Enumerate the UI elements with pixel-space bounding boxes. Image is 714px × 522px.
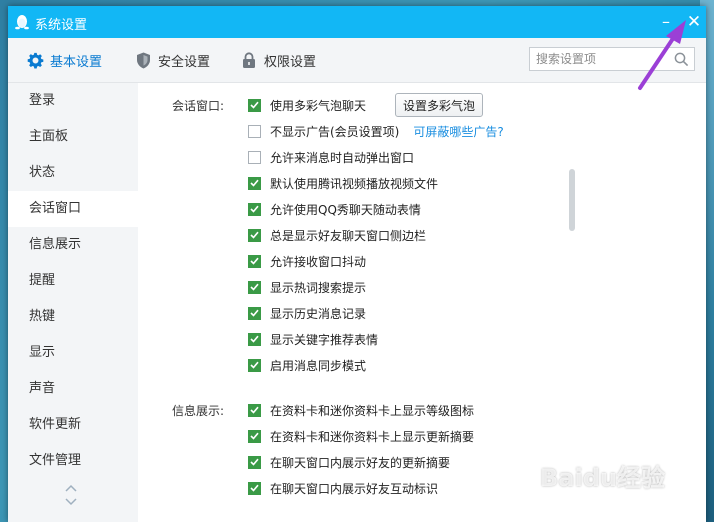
- sidebar-item-chat-window[interactable]: 会话窗口: [8, 191, 138, 227]
- blockable-ads-link[interactable]: 可屏蔽哪些广告?: [413, 123, 503, 140]
- sidebar-item-file-management[interactable]: 文件管理: [8, 443, 138, 479]
- option-label: 在资料卡和迷你资料卡上显示等级图标: [270, 403, 475, 418]
- option-history[interactable]: 显示历史消息记录: [248, 305, 366, 321]
- check-icon: [250, 231, 259, 239]
- title-bar: 系统设置 – ✕: [8, 6, 706, 38]
- checkbox-checked[interactable]: [248, 481, 261, 495]
- check-icon: [250, 335, 259, 343]
- sidebar-item-login[interactable]: 登录: [8, 83, 138, 119]
- option-label: 允许使用QQ秀聊天随动表情: [270, 202, 421, 217]
- tab-security-label: 安全设置: [158, 54, 211, 70]
- option-tencent-video[interactable]: 默认使用腾讯视频播放视频文件: [248, 175, 438, 191]
- tab-permission-settings[interactable]: 权限设置: [240, 50, 316, 70]
- checkbox-checked[interactable]: [248, 455, 261, 469]
- check-icon: [250, 205, 259, 213]
- option-label: 使用多彩气泡聊天: [270, 98, 367, 113]
- option-message-sync[interactable]: 启用消息同步模式: [248, 357, 366, 373]
- option-label: 显示热词搜索提示: [270, 280, 367, 295]
- sidebar-item-status[interactable]: 状态: [8, 155, 138, 191]
- checkbox-checked[interactable]: [248, 358, 261, 372]
- settings-window: 系统设置 – ✕ 基本设置 安全设置 权限设置 登录 主面: [8, 6, 706, 522]
- sidebar-scroll-arrows: [64, 481, 78, 509]
- chevron-up-icon[interactable]: [65, 484, 77, 492]
- check-icon: [250, 458, 259, 466]
- sidebar-item-hotkey[interactable]: 热键: [8, 299, 138, 335]
- checkbox-unchecked[interactable]: [248, 150, 261, 164]
- option-level-icon[interactable]: 在资料卡和迷你资料卡上显示等级图标: [248, 402, 474, 418]
- sidebar-item-software-update[interactable]: 软件更新: [8, 407, 138, 443]
- check-icon: [250, 432, 259, 440]
- tab-basic-label: 基本设置: [50, 54, 103, 70]
- lock-icon: [240, 51, 258, 69]
- checkbox-checked[interactable]: [248, 176, 261, 190]
- checkbox-checked[interactable]: [248, 280, 261, 294]
- gear-icon: [26, 51, 44, 69]
- checkbox-checked[interactable]: [248, 332, 261, 346]
- check-icon: [250, 484, 259, 492]
- sidebar-item-display[interactable]: 显示: [8, 335, 138, 371]
- tab-basic-settings[interactable]: 基本设置: [26, 50, 102, 70]
- option-colorful-bubble[interactable]: 使用多彩气泡聊天: [248, 97, 366, 113]
- option-interaction-badges[interactable]: 在聊天窗口内展示好友互动标识: [248, 480, 438, 496]
- option-label: 在聊天窗口内展示好友的更新摘要: [270, 455, 451, 470]
- watermark-logo: Baidu经验: [540, 464, 665, 492]
- scrollbar-thumb[interactable]: [569, 169, 575, 231]
- set-colorful-bubble-button[interactable]: 设置多彩气泡: [395, 93, 483, 117]
- option-label: 显示关键字推荐表情: [270, 332, 379, 347]
- check-icon: [250, 101, 259, 109]
- option-label: 允许接收窗口抖动: [270, 254, 367, 269]
- check-icon: [250, 406, 259, 414]
- option-qq-show-emotes[interactable]: 允许使用QQ秀聊天随动表情: [248, 201, 421, 217]
- sidebar-item-reminder[interactable]: 提醒: [8, 263, 138, 299]
- sidebar-item-main-panel[interactable]: 主面板: [8, 119, 138, 155]
- section-label-chat-window: 会话窗口:: [172, 99, 225, 113]
- option-keyword-emoji[interactable]: 显示关键字推荐表情: [248, 331, 378, 347]
- check-icon: [250, 361, 259, 369]
- option-hide-ads[interactable]: 不显示广告(会员设置项) 可屏蔽哪些广告?: [248, 123, 504, 139]
- option-label: 允许来消息时自动弹出窗口: [270, 150, 415, 165]
- option-label: 显示历史消息记录: [270, 306, 367, 321]
- option-hot-search[interactable]: 显示热词搜索提示: [248, 279, 366, 295]
- tab-security-settings[interactable]: 安全设置: [134, 50, 210, 70]
- checkbox-checked[interactable]: [248, 254, 261, 268]
- checkbox-checked[interactable]: [248, 98, 261, 112]
- section-label-info-display: 信息展示:: [172, 404, 225, 418]
- tab-permission-label: 权限设置: [264, 54, 317, 70]
- checkbox-checked[interactable]: [248, 306, 261, 320]
- sidebar-item-info-display[interactable]: 信息展示: [8, 227, 138, 263]
- check-icon: [250, 309, 259, 317]
- shield-icon: [134, 51, 152, 69]
- chevron-down-icon[interactable]: [65, 498, 77, 506]
- checkbox-unchecked[interactable]: [248, 124, 261, 138]
- check-icon: [250, 179, 259, 187]
- checkbox-checked[interactable]: [248, 228, 261, 242]
- settings-content: 会话窗口: 使用多彩气泡聊天 设置多彩气泡 不显示广告(会员设置项) 可屏蔽哪些…: [138, 83, 686, 522]
- watermark-url: jingyan.baidu.com: [555, 490, 657, 503]
- option-label: 启用消息同步模式: [270, 358, 367, 373]
- sidebar-item-sound[interactable]: 声音: [8, 371, 138, 407]
- option-update-summary[interactable]: 在资料卡和迷你资料卡上显示更新摘要: [248, 428, 474, 444]
- check-icon: [250, 257, 259, 265]
- option-label: 不显示广告(会员设置项): [270, 124, 400, 139]
- settings-sidebar: 登录 主面板 状态 会话窗口 信息展示 提醒 热键 显示 声音 软件更新 文件管…: [8, 83, 138, 522]
- qq-penguin-icon: [15, 15, 29, 30]
- option-label: 总是显示好友聊天窗口侧边栏: [270, 228, 427, 243]
- check-icon: [250, 283, 259, 291]
- checkbox-checked[interactable]: [248, 202, 261, 216]
- tab-bar: 基本设置 安全设置 权限设置: [8, 38, 706, 83]
- option-label: 在聊天窗口内展示好友互动标识: [270, 481, 439, 496]
- content-scrollbar[interactable]: [568, 83, 576, 522]
- option-auto-popup[interactable]: 允许来消息时自动弹出窗口: [248, 149, 414, 165]
- window-title: 系统设置: [35, 18, 88, 33]
- option-show-sidebar[interactable]: 总是显示好友聊天窗口侧边栏: [248, 227, 426, 243]
- checkbox-checked[interactable]: [248, 403, 261, 417]
- checkbox-checked[interactable]: [248, 429, 261, 443]
- option-label: 在资料卡和迷你资料卡上显示更新摘要: [270, 429, 475, 444]
- annotation-arrow-icon: [638, 20, 686, 90]
- option-window-shake[interactable]: 允许接收窗口抖动: [248, 253, 366, 269]
- option-friend-updates[interactable]: 在聊天窗口内展示好友的更新摘要: [248, 454, 450, 470]
- option-label: 默认使用腾讯视频播放视频文件: [270, 176, 439, 191]
